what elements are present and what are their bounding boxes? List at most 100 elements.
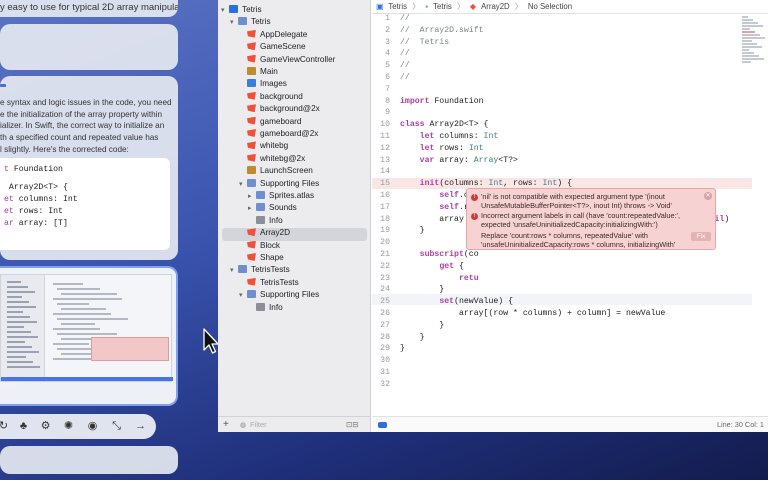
error-popup: ✕ ! 'nil' is not compatible with expecte… — [466, 188, 716, 250]
screenshot-thumbnail[interactable] — [0, 266, 178, 406]
nav-item[interactable]: ▾ Supporting Files — [239, 289, 319, 301]
stop-icon[interactable]: ◉ — [83, 417, 102, 436]
debug-area-toggle-icon[interactable] — [378, 422, 387, 428]
code-line[interactable]: 29} — [372, 343, 752, 354]
code-line[interactable]: 6 // — [372, 72, 752, 83]
code-line[interactable]: 8 import Foundation — [372, 96, 752, 107]
code-line[interactable]: 7 — [372, 84, 752, 95]
code-line[interactable]: 32 — [372, 379, 752, 390]
jumpbar-symbol[interactable]: No Selection — [528, 2, 572, 11]
code-editor[interactable]: ▣ Tetris 〉 ▪ Tetris 〉 ◆ Array2D 〉 No Sel… — [372, 0, 768, 432]
line-number: 13 — [380, 155, 390, 165]
jumpbar-file[interactable]: Array2D — [481, 2, 510, 11]
replay-icon[interactable]: ↻ — [0, 417, 13, 436]
nav-item[interactable]: Block — [239, 240, 280, 252]
nav-item[interactable]: Array2D — [239, 227, 290, 239]
nav-item[interactable]: ▾ Tetris — [221, 4, 262, 16]
code-line[interactable]: 22 get { — [372, 261, 752, 272]
gear-icon[interactable]: ⚙ — [36, 417, 55, 436]
nav-item[interactable]: ▾ Tetris — [230, 16, 271, 28]
answer-line: th a specified count and repeated value … — [0, 133, 159, 143]
disclosure-icon[interactable]: ▾ — [239, 179, 247, 191]
code-line[interactable]: 25 set(newValue) { — [372, 296, 752, 307]
line-number: 22 — [380, 261, 390, 271]
nav-item[interactable]: TetrisTests — [239, 277, 299, 289]
nav-item-label: TetrisTests — [251, 265, 290, 275]
disclosure-icon[interactable]: ▾ — [239, 290, 247, 302]
line-number: 11 — [380, 132, 390, 141]
add-icon[interactable]: + — [223, 419, 229, 430]
code-line[interactable]: 4 // — [372, 48, 752, 59]
nav-item[interactable]: background@2x — [239, 103, 320, 115]
disclosure-icon[interactable]: ▸ — [248, 191, 256, 203]
fix-button[interactable]: Fix — [691, 232, 711, 241]
code-text: let rows: Int — [419, 143, 484, 153]
code-line[interactable]: 5 // — [372, 60, 752, 71]
nav-item[interactable]: gameboard@2x — [239, 128, 318, 140]
code-line[interactable]: 27 } — [372, 320, 752, 331]
jump-bar: ▣ Tetris 〉 ▪ Tetris 〉 ◆ Array2D 〉 No Sel… — [372, 0, 768, 14]
disclosure-icon[interactable]: ▸ — [248, 203, 256, 215]
filter-options-icon[interactable]: ⊡⊟ — [346, 420, 359, 429]
thumbnail-line — [7, 351, 39, 353]
code-line[interactable]: 3 // Tetris — [372, 37, 752, 48]
plist-file-icon — [256, 302, 265, 311]
nav-item[interactable]: whitebg@2x — [239, 153, 305, 165]
code-line[interactable]: 30 — [372, 355, 752, 366]
nav-item[interactable]: LaunchScreen — [239, 165, 313, 177]
code-text: rows: Int — [13, 207, 63, 216]
nav-item[interactable]: ▾ TetrisTests — [230, 264, 290, 276]
disclosure-icon[interactable]: ▾ — [230, 17, 238, 29]
nav-item[interactable]: Info — [248, 302, 283, 314]
thumbnail-line — [7, 296, 22, 298]
code-line[interactable]: 13 var array: Array<T?> — [372, 155, 752, 166]
jumpbar-project[interactable]: Tetris — [388, 2, 407, 11]
story-file-icon — [247, 166, 256, 175]
disclosure-icon[interactable]: ▾ — [230, 265, 238, 277]
thumbnail-line — [53, 298, 122, 300]
jumpbar-folder[interactable]: Tetris — [433, 2, 452, 11]
nav-item[interactable]: GameScene — [239, 41, 306, 53]
filter-input[interactable]: Filter — [250, 420, 267, 429]
nav-item[interactable]: background — [239, 91, 303, 103]
code-line[interactable]: 11 let columns: Int — [372, 131, 752, 142]
code-line[interactable]: 10 class Array2D<T> { — [372, 119, 752, 130]
nav-item[interactable]: Shape — [239, 252, 284, 264]
code-line[interactable]: 28 } — [372, 332, 752, 343]
line-number: 7 — [385, 84, 390, 94]
xcode-window: ▾ Tetris ▾ Tetris AppDelegate GameScene GameVi… — [218, 0, 768, 432]
nav-item[interactable]: whitebg — [239, 140, 288, 152]
code-line[interactable]: 12 let rows: Int — [372, 143, 752, 154]
nav-item[interactable]: ▸ Sounds — [248, 202, 297, 214]
nav-item[interactable]: ▸ Sprites.atlas — [248, 190, 314, 202]
nav-item[interactable]: Info — [248, 215, 283, 227]
code-line[interactable]: 31 — [372, 367, 752, 378]
nav-item[interactable]: GameViewController — [239, 54, 335, 66]
sparkle-icon[interactable]: ✺ — [59, 417, 78, 436]
line-number: 26 — [380, 309, 390, 318]
code-line[interactable]: 23 retu — [372, 273, 752, 284]
swift-file-icon — [247, 42, 256, 51]
chat-message-top: y easy to use for typical 2D array manip… — [0, 0, 178, 17]
chat-input[interactable] — [0, 446, 178, 474]
disclosure-icon[interactable]: ▾ — [221, 5, 229, 17]
code-line[interactable]: 1 // — [372, 13, 752, 24]
code-line[interactable]: 14 — [372, 166, 752, 177]
resize-icon[interactable]: ⤡ — [107, 417, 126, 436]
code-line[interactable]: 24 } — [372, 284, 752, 295]
line-number: 21 — [380, 250, 390, 259]
nav-item[interactable]: Main — [239, 66, 278, 78]
nav-item[interactable]: AppDelegate — [239, 29, 307, 41]
thumbnail-line — [7, 281, 21, 283]
line-number: 30 — [380, 356, 390, 366]
code-line[interactable]: 9 — [372, 107, 752, 118]
answer-text: e syntax and logic issues in the code, y… — [0, 97, 172, 156]
users-icon[interactable]: ♣ — [14, 417, 33, 436]
nav-item[interactable]: gameboard — [239, 116, 301, 128]
code-line[interactable]: 26 array[(row * columns) + column] = new… — [372, 308, 752, 319]
code-line[interactable]: 21 subscript(co — [372, 249, 752, 260]
code-line[interactable]: 2 // Array2D.swift — [372, 25, 752, 36]
nav-item[interactable]: Images — [239, 78, 287, 90]
nav-item[interactable]: ▾ Supporting Files — [239, 178, 319, 190]
send-arrow-icon[interactable]: → — [131, 417, 150, 436]
